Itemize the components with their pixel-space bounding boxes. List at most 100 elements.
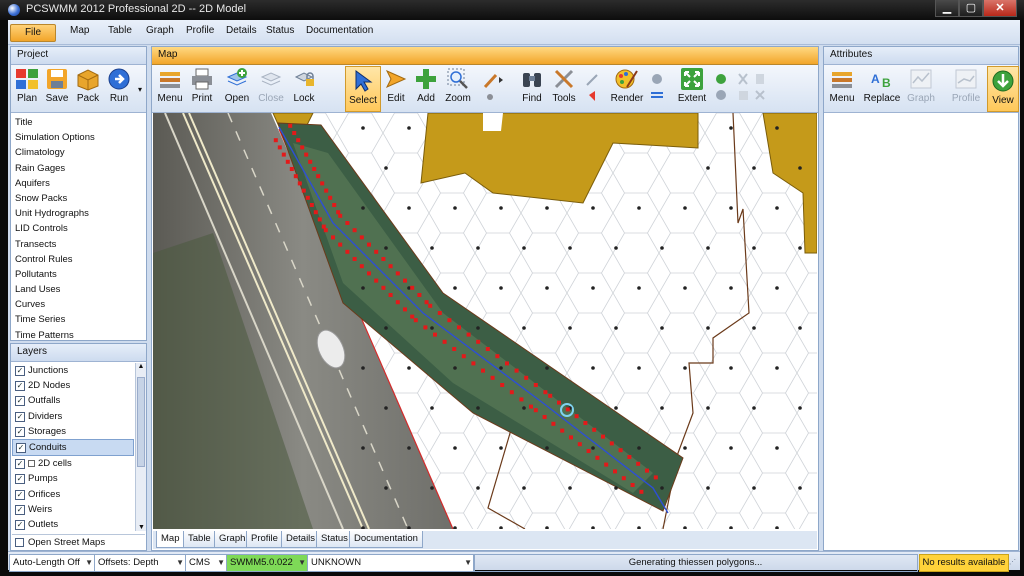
mesh-node[interactable] (361, 366, 365, 370)
junction-node[interactable] (296, 138, 301, 143)
junction-node[interactable] (543, 390, 548, 395)
junction-node[interactable] (466, 332, 471, 337)
junction-node[interactable] (461, 354, 466, 359)
junction-node[interactable] (381, 285, 386, 290)
junction-node[interactable] (505, 361, 509, 366)
mesh-node[interactable] (798, 326, 802, 330)
junction-node[interactable] (309, 203, 314, 207)
mesh-node[interactable] (706, 246, 710, 250)
mesh-node[interactable] (729, 366, 733, 370)
junction-node[interactable] (332, 203, 337, 207)
tab-profile[interactable]: Profile (246, 531, 283, 548)
junction-node[interactable] (424, 300, 429, 305)
junction-node[interactable] (481, 368, 485, 373)
junction-node[interactable] (490, 375, 495, 380)
layer-weirs[interactable]: ✓ Weirs (12, 502, 134, 517)
mesh-node[interactable] (361, 206, 365, 210)
mesh-node[interactable] (752, 326, 756, 330)
junction-node[interactable] (338, 213, 343, 218)
close-button[interactable]: ✕ (983, 0, 1017, 17)
mesh-node[interactable] (384, 246, 388, 250)
junction-node[interactable] (442, 339, 447, 344)
junction-node[interactable] (413, 318, 418, 323)
layer-2d-cells[interactable]: ✓ 2D cells (12, 456, 134, 471)
junction-node[interactable] (533, 383, 538, 387)
tab-graph[interactable]: Graph (214, 531, 251, 548)
checkbox[interactable]: ✓ (15, 366, 25, 376)
junction-node[interactable] (304, 152, 309, 157)
mesh-node[interactable] (775, 126, 779, 130)
layer-outlets[interactable]: ✓ Outlets (12, 517, 134, 531)
junction-node[interactable] (509, 390, 514, 395)
tab-table[interactable]: Table (183, 531, 216, 548)
junction-node[interactable] (551, 421, 556, 426)
mesh-node[interactable] (476, 326, 480, 330)
junction-node[interactable] (328, 195, 333, 200)
scroll-thumb[interactable] (137, 377, 145, 467)
junction-node[interactable] (297, 181, 302, 186)
mesh-node[interactable] (683, 446, 687, 450)
mesh-node[interactable] (706, 166, 710, 170)
junction-node[interactable] (359, 235, 364, 240)
layer-outfalls[interactable]: ✓ Outfalls (12, 393, 134, 408)
edit-button[interactable]: Edit (382, 65, 410, 104)
project-item-simulation-options[interactable]: Simulation Options (11, 130, 146, 145)
junction-node[interactable] (613, 469, 617, 474)
extent-button[interactable]: Extent (676, 65, 708, 104)
junction-node[interactable] (403, 278, 407, 283)
junction-node[interactable] (321, 224, 326, 229)
mesh-node[interactable] (752, 246, 756, 250)
layer-orifices[interactable]: ✓ Orifices (12, 487, 134, 502)
junction-node[interactable] (560, 428, 565, 433)
junction-node[interactable] (609, 441, 614, 446)
junction-node[interactable] (345, 249, 350, 254)
junction-node[interactable] (403, 307, 407, 312)
add-button[interactable]: Add (412, 65, 440, 104)
menu-details[interactable]: Details (226, 25, 257, 36)
checkbox[interactable]: ✓ (16, 442, 26, 453)
mesh-node[interactable] (729, 126, 733, 130)
checkbox[interactable]: ✓ (15, 396, 25, 407)
junction-node[interactable] (565, 407, 570, 412)
mesh-node[interactable] (361, 446, 365, 450)
maximize-button[interactable]: ▢ (959, 0, 983, 17)
junction-node[interactable] (577, 442, 582, 447)
junction-node[interactable] (305, 195, 310, 200)
junction-node[interactable] (336, 210, 341, 215)
tab-details[interactable]: Details (281, 531, 321, 548)
scroll-down-icon[interactable]: ▼ (136, 524, 147, 531)
menu-status[interactable]: Status (266, 25, 294, 36)
junction-node[interactable] (273, 138, 278, 143)
mesh-node[interactable] (637, 446, 641, 450)
mesh-node[interactable] (407, 206, 411, 210)
mesh-node[interactable] (729, 206, 733, 210)
junction-node[interactable] (292, 131, 297, 135)
junction-node[interactable] (471, 361, 476, 366)
junction-node[interactable] (653, 475, 658, 480)
mesh-node[interactable] (545, 446, 549, 450)
mesh-node[interactable] (407, 446, 411, 450)
menu-documentation[interactable]: Documentation (306, 25, 373, 36)
junction-node[interactable] (323, 228, 328, 233)
junction-node[interactable] (621, 476, 626, 481)
mesh-node[interactable] (614, 406, 618, 410)
junction-node[interactable] (374, 249, 379, 254)
junction-node[interactable] (447, 318, 452, 323)
layer-dividers[interactable]: ✓ Dividers (12, 409, 134, 424)
layer-2d-nodes[interactable]: ✓ 2D Nodes (12, 378, 134, 393)
junction-node[interactable] (457, 325, 461, 330)
junction-node[interactable] (359, 264, 364, 269)
project-item-pollutants[interactable]: Pollutants (11, 267, 146, 282)
tab-map[interactable]: Map (156, 531, 185, 548)
mesh-node[interactable] (430, 246, 434, 250)
project-item-unit-hydrographs[interactable]: Unit Hydrographs (11, 206, 146, 221)
junction-node[interactable] (495, 354, 500, 359)
mesh-node[interactable] (660, 486, 664, 490)
mesh-node[interactable] (614, 486, 618, 490)
mesh-node[interactable] (522, 406, 526, 410)
junction-node[interactable] (627, 455, 632, 459)
junction-node[interactable] (428, 303, 433, 308)
mesh-node[interactable] (522, 326, 526, 330)
junction-node[interactable] (324, 188, 329, 193)
junction-node[interactable] (367, 271, 371, 276)
